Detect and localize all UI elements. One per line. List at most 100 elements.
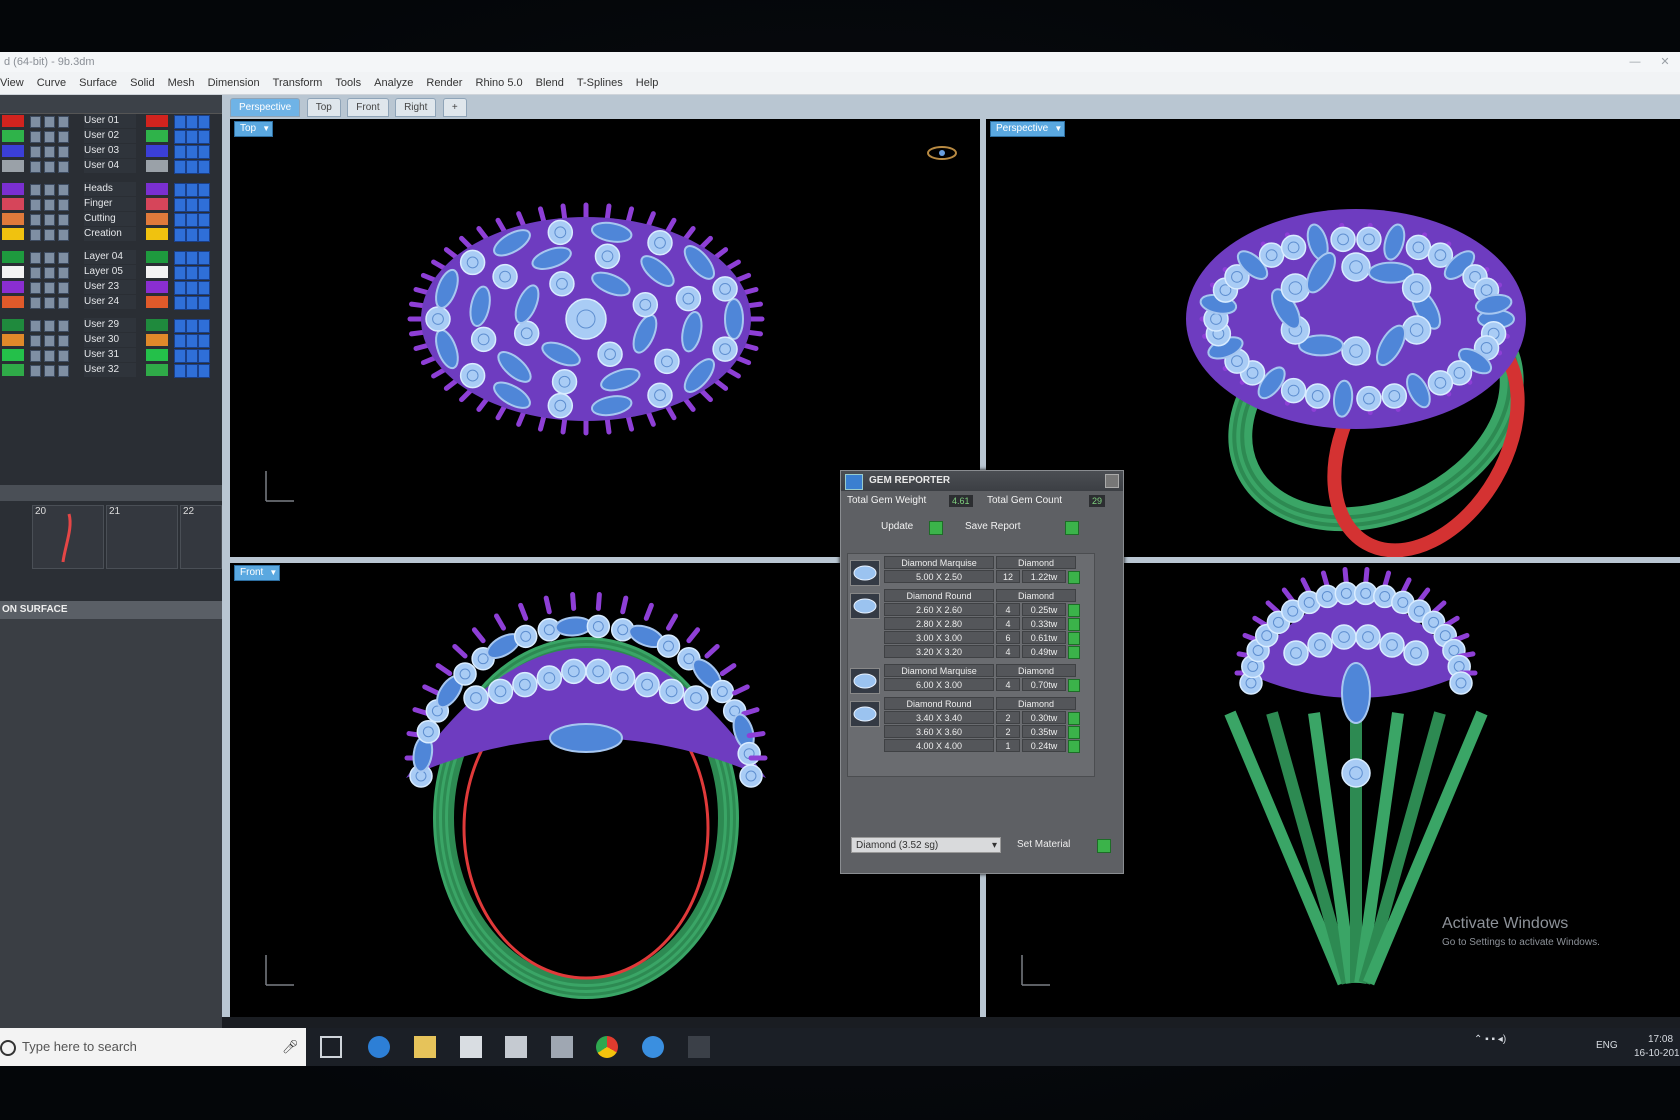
layer-option-icon[interactable] [174,319,186,333]
layer-toggle-icon[interactable] [44,282,55,294]
layer-option-icon[interactable] [174,266,186,280]
update-button[interactable] [929,521,943,535]
layer-name[interactable]: Cutting [84,212,136,226]
layer-option-icon[interactable] [174,145,186,159]
layer-row[interactable]: Creation [0,227,222,242]
clock-date[interactable]: 16-10-201 [1634,1048,1680,1059]
layer-toggle-icon[interactable] [58,335,69,347]
layer-option-icon[interactable] [198,266,210,280]
layer-color[interactable] [146,251,168,263]
layer-name[interactable]: Finger [84,197,136,211]
layer-color[interactable] [146,198,168,210]
layer-option-icon[interactable] [174,130,186,144]
layer-option-icon[interactable] [198,213,210,227]
layer-name[interactable]: User 04 [84,159,136,173]
layer-toggle-icon[interactable] [30,320,41,332]
taskbar-search[interactable]: Type here to search 🎤︎ [0,1028,306,1066]
store-icon[interactable] [460,1036,482,1058]
layer-option-icon[interactable] [198,334,210,348]
layer-option-icon[interactable] [198,281,210,295]
layer-option-icon[interactable] [186,228,198,242]
menu-mesh[interactable]: Mesh [168,72,195,94]
layer-name[interactable]: User 30 [84,333,136,347]
layer-toggle-icon[interactable] [58,267,69,279]
layer-color[interactable] [146,228,168,240]
layer-option-icon[interactable] [186,266,198,280]
select-gem-button[interactable] [1068,632,1080,645]
tray-icons[interactable]: ⌃ ▪ ▪ ◂) [1474,1034,1506,1045]
layer-toggle-icon[interactable] [30,116,41,128]
menu-dimension[interactable]: Dimension [208,72,260,94]
layer-name[interactable]: User 31 [84,348,136,362]
file-explorer-icon[interactable] [414,1036,436,1058]
layer-toggle-icon[interactable] [58,146,69,158]
layer-option-icon[interactable] [186,319,198,333]
layer-row[interactable]: User 03 [0,144,222,159]
layer-toggle-icon[interactable] [30,350,41,362]
layer-option-icon[interactable] [174,296,186,310]
menu-render[interactable]: Render [426,72,462,94]
menu-transform[interactable]: Transform [273,72,323,94]
layer-toggle-icon[interactable] [44,199,55,211]
layer-row[interactable]: User 32 [0,363,222,378]
set-material-button[interactable] [1097,839,1111,853]
layer-toggle-icon[interactable] [44,267,55,279]
layer-color[interactable] [146,296,168,308]
layer-color[interactable] [146,281,168,293]
layer-toggle-icon[interactable] [30,335,41,347]
layer-color[interactable] [146,115,168,127]
layer-toggle-icon[interactable] [30,229,41,241]
layer-toggle-icon[interactable] [30,297,41,309]
select-gem-button[interactable] [1068,646,1080,659]
layer-option-icon[interactable] [174,198,186,212]
layer-option-icon[interactable] [174,115,186,129]
layer-name[interactable]: User 01 [84,114,136,128]
select-gem-button[interactable] [1068,726,1080,739]
task-view-icon[interactable] [320,1036,342,1058]
layer-toggle-icon[interactable] [44,365,55,377]
select-gem-button[interactable] [1068,712,1080,725]
tab-top[interactable]: Top [306,98,341,117]
tab-perspective[interactable]: Perspective [230,98,301,117]
layer-option-icon[interactable] [198,251,210,265]
layer-row[interactable]: User 04 [0,159,222,174]
layer-name[interactable]: User 02 [84,129,136,143]
layer-option-icon[interactable] [198,198,210,212]
layer-color[interactable] [146,130,168,142]
tab-right[interactable]: Right [395,98,437,117]
layer-toggle-icon[interactable] [44,131,55,143]
thumbnail-21[interactable]: 21 [106,505,178,569]
microphone-icon[interactable]: 🎤︎ [282,1028,299,1066]
layer-toggle-icon[interactable] [44,335,55,347]
layer-option-icon[interactable] [198,160,210,174]
layer-toggle-icon[interactable] [44,184,55,196]
layer-option-icon[interactable] [174,213,186,227]
tab-front[interactable]: Front [347,98,389,117]
layer-option-icon[interactable] [174,251,186,265]
layer-toggle-icon[interactable] [44,350,55,362]
layer-row[interactable]: User 02 [0,129,222,144]
layer-color[interactable] [146,266,168,278]
layer-color[interactable] [146,160,168,172]
layer-toggle-icon[interactable] [30,214,41,226]
menu-surface[interactable]: Surface [79,72,117,94]
layer-name[interactable]: Creation [84,227,136,241]
layer-option-icon[interactable] [198,115,210,129]
layer-row[interactable]: User 30 [0,333,222,348]
menu-analyze[interactable]: Analyze [374,72,413,94]
layer-option-icon[interactable] [198,183,210,197]
edge-browser-icon[interactable] [368,1036,390,1058]
layer-name[interactable]: User 32 [84,363,136,377]
layer-toggle-icon[interactable] [30,282,41,294]
layer-option-icon[interactable] [186,115,198,129]
save-report-button[interactable] [1065,521,1079,535]
menu-tools[interactable]: Tools [335,72,361,94]
layer-option-icon[interactable] [198,228,210,242]
layer-toggle-icon[interactable] [30,199,41,211]
layer-option-icon[interactable] [198,296,210,310]
viewport-front-label[interactable]: Front ▼ [234,565,281,581]
layer-row[interactable]: Finger [0,197,222,212]
layer-option-icon[interactable] [174,183,186,197]
layer-toggle-icon[interactable] [58,184,69,196]
gem-reporter-titlebar[interactable]: GEM REPORTER [841,471,1123,491]
